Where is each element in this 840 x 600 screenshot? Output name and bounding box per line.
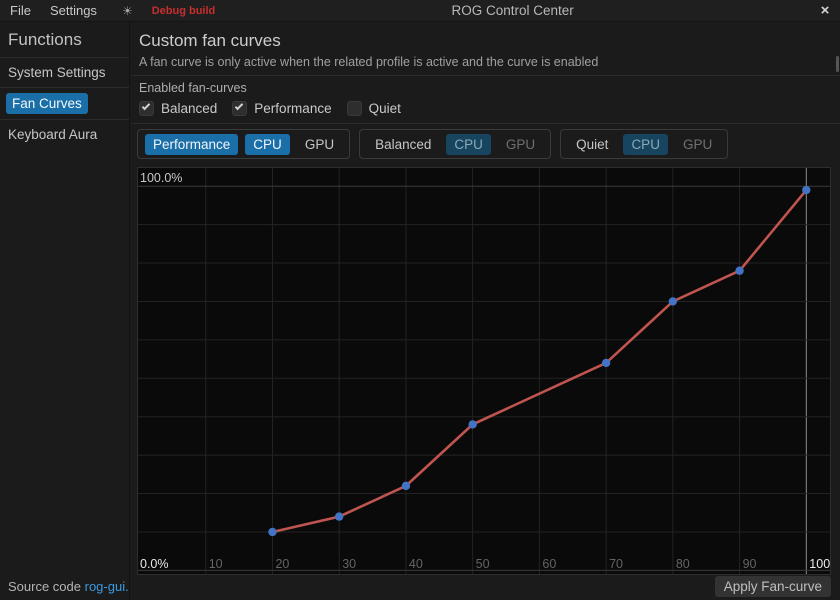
checkbox-label: Quiet — [369, 101, 401, 116]
tab-performance-cpu[interactable]: CPU — [245, 134, 290, 155]
svg-text:100.0%: 100.0% — [140, 171, 182, 185]
page-subtitle: A fan curve is only active when the rela… — [139, 55, 598, 69]
checkbox-box[interactable] — [347, 101, 362, 116]
svg-text:20: 20 — [275, 557, 289, 571]
tab-performance-gpu[interactable]: GPU — [297, 134, 342, 155]
checkbox-quiet[interactable]: Quiet — [347, 101, 401, 116]
page-title: Custom fan curves — [139, 31, 281, 51]
tab-performance[interactable]: Performance — [145, 134, 238, 155]
check-icon — [142, 101, 150, 109]
rog-control-center-window: File Settings ☀ Debug build ROG Control … — [0, 0, 840, 600]
svg-text:100: 100 — [809, 557, 830, 571]
enabled-fan-curves-row: Balanced Performance Quiet — [139, 98, 401, 118]
window-title: ROG Control Center — [215, 3, 810, 18]
scrollbar-handle[interactable] — [836, 56, 839, 72]
menu-bar: File Settings ☀ Debug build — [0, 3, 215, 18]
apply-fan-curve-button[interactable]: Apply Fan-curve — [715, 576, 831, 597]
source-code-footer: Source code rog-gui. — [8, 579, 129, 594]
tab-balanced-gpu[interactable]: GPU — [498, 134, 543, 155]
svg-text:50: 50 — [476, 557, 490, 571]
tab-balanced-cpu[interactable]: CPU — [446, 134, 491, 155]
debug-build-badge: Debug build — [152, 5, 216, 17]
sidebar-item-fan-curves[interactable]: Fan Curves — [6, 93, 88, 114]
source-code-label: Source code — [8, 579, 81, 594]
menu-file[interactable]: File — [10, 3, 31, 18]
tab-quiet-cpu[interactable]: CPU — [623, 134, 668, 155]
fan-curve-chart[interactable]: 10 20 30 40 50 60 70 80 90 100 100.0% 0.0% — [137, 167, 831, 575]
tab-balanced[interactable]: Balanced — [367, 134, 439, 155]
enabled-fan-curves-label: Enabled fan-curves — [139, 81, 247, 95]
svg-text:90: 90 — [743, 557, 757, 571]
close-icon[interactable]: × — [810, 2, 840, 19]
sidebar-item-keyboard-aura[interactable]: Keyboard Aura — [0, 120, 129, 149]
separator — [131, 123, 840, 124]
checkbox-label: Balanced — [161, 101, 217, 116]
checkbox-box[interactable] — [232, 101, 247, 116]
fan-tab-group-balanced: Balanced CPU GPU — [359, 129, 551, 159]
checkbox-balanced[interactable]: Balanced — [139, 101, 217, 116]
checkbox-performance[interactable]: Performance — [232, 101, 331, 116]
fan-tab-group-performance: Performance CPU GPU — [137, 129, 350, 159]
check-icon — [235, 101, 243, 109]
rog-gui-link[interactable]: rog-gui. — [85, 579, 129, 594]
svg-text:80: 80 — [676, 557, 690, 571]
sidebar-header: Functions — [0, 22, 129, 57]
titlebar: File Settings ☀ Debug build ROG Control … — [0, 0, 840, 22]
tab-quiet-gpu[interactable]: GPU — [675, 134, 720, 155]
profile-tabs-row: Performance CPU GPU Balanced CPU GPU Qui… — [137, 129, 728, 159]
fan-curve-plot[interactable]: 10 20 30 40 50 60 70 80 90 100 100.0% 0.0% — [137, 167, 831, 575]
tab-quiet[interactable]: Quiet — [568, 134, 616, 155]
svg-text:30: 30 — [342, 557, 356, 571]
svg-text:40: 40 — [409, 557, 423, 571]
svg-text:0.0%: 0.0% — [140, 557, 169, 571]
sidebar: Functions System Settings Fan Curves Key… — [0, 22, 130, 600]
separator — [131, 75, 840, 76]
sidebar-item-system-settings[interactable]: System Settings — [0, 58, 129, 87]
checkbox-box[interactable] — [139, 101, 154, 116]
sun-icon[interactable]: ☀ — [122, 4, 133, 18]
svg-text:10: 10 — [209, 557, 223, 571]
svg-text:60: 60 — [542, 557, 556, 571]
menu-settings[interactable]: Settings — [50, 3, 97, 18]
checkbox-label: Performance — [254, 101, 331, 116]
fan-tab-group-quiet: Quiet CPU GPU — [560, 129, 728, 159]
svg-text:70: 70 — [609, 557, 623, 571]
main-panel: Custom fan curves A fan curve is only ac… — [131, 22, 840, 600]
